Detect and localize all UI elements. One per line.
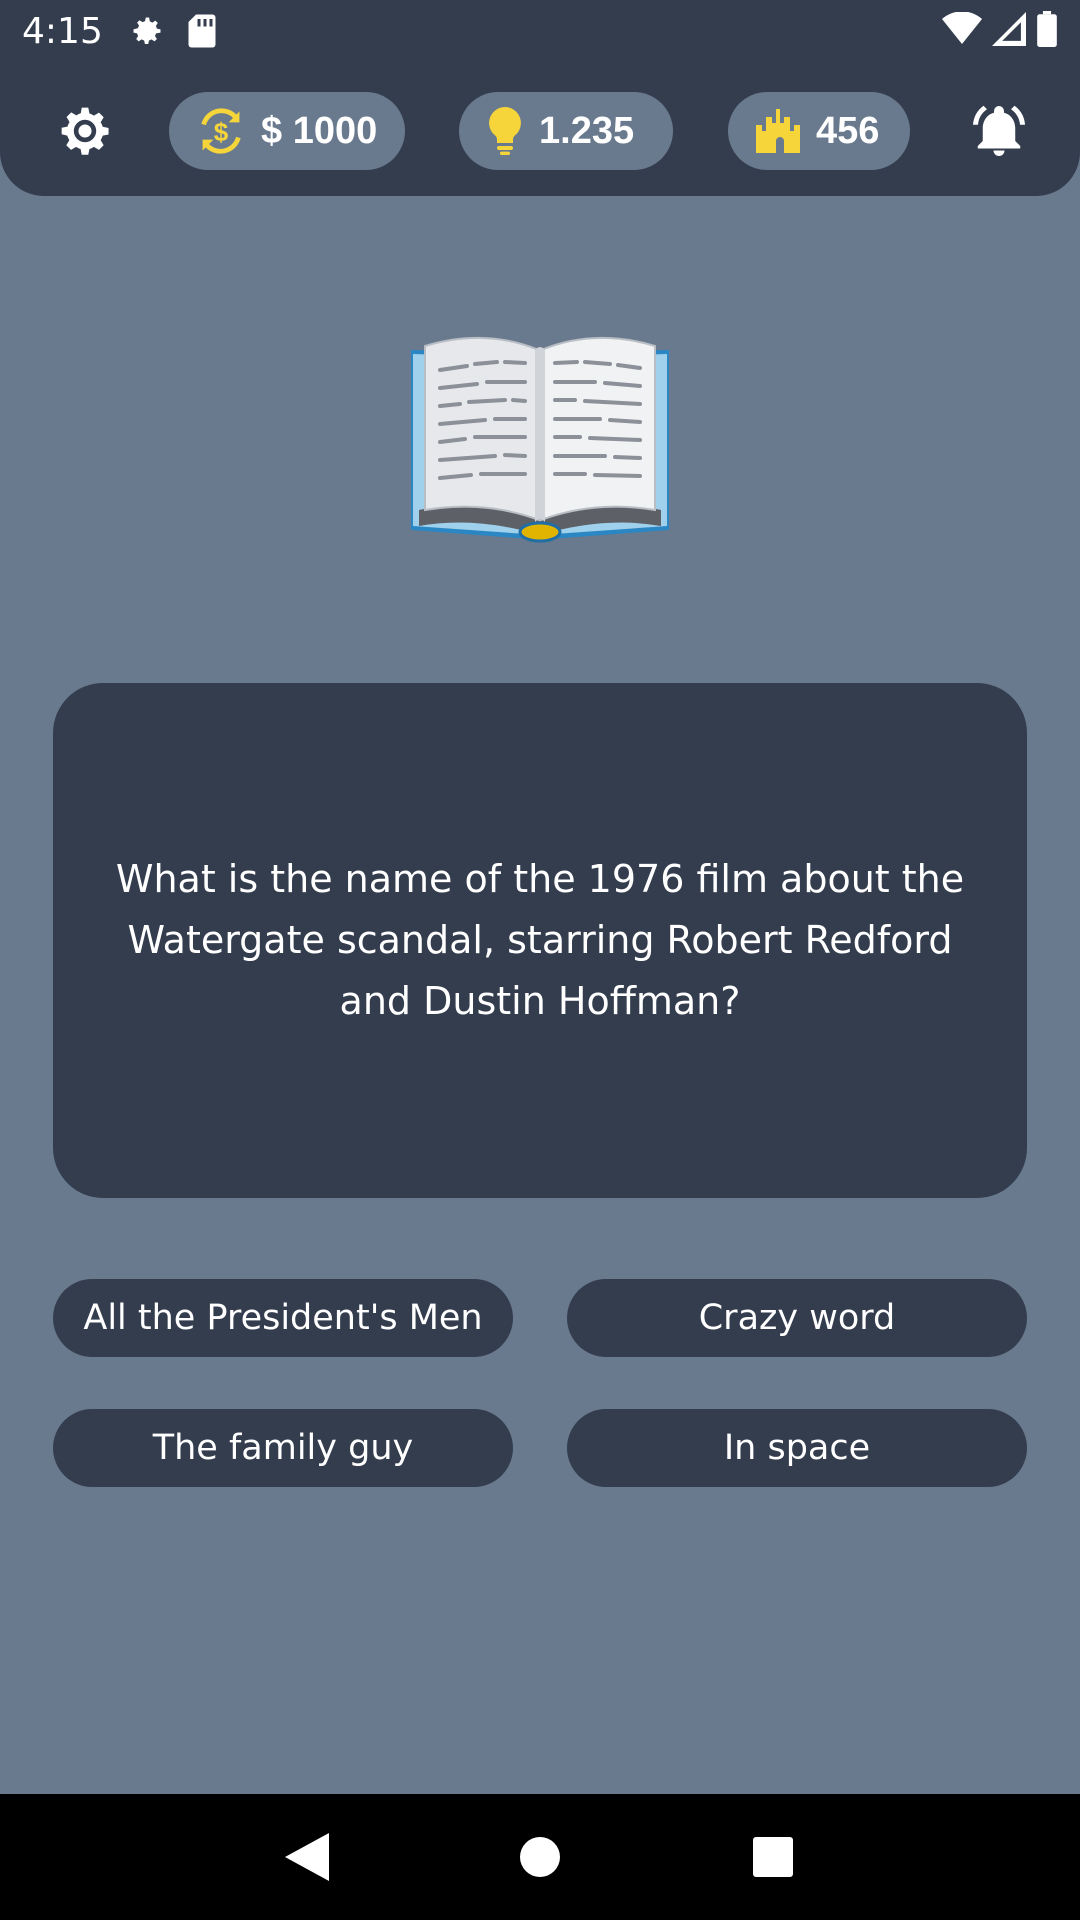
gear-icon xyxy=(61,107,109,155)
castle-pill[interactable]: 456 xyxy=(728,92,910,170)
bell-alarm-icon xyxy=(973,105,1025,156)
dollar-exchange-icon: $ xyxy=(195,105,247,157)
navigation-bar xyxy=(0,1794,1080,1920)
signal-icon xyxy=(992,11,1026,51)
recents-button[interactable] xyxy=(733,1817,813,1897)
notifications-button[interactable] xyxy=(964,96,1034,166)
castle-value: 456 xyxy=(816,109,880,152)
settings-button[interactable] xyxy=(54,100,116,162)
status-time: 4:15 xyxy=(22,10,103,52)
top-bar: $ $ 1000 1.235 456 xyxy=(0,62,1080,196)
gear-icon xyxy=(129,13,165,49)
answer-button-1[interactable]: All the President's Men xyxy=(53,1279,513,1357)
recents-square-icon xyxy=(753,1837,794,1877)
battery-icon xyxy=(1036,10,1058,52)
status-right-icons xyxy=(942,10,1058,52)
back-button[interactable] xyxy=(267,1817,347,1897)
lightbulb-icon xyxy=(485,107,525,155)
answer-button-4[interactable]: In space xyxy=(567,1409,1027,1487)
answer-button-3[interactable]: The family guy xyxy=(53,1409,513,1487)
wifi-icon xyxy=(942,10,982,51)
svg-text:$: $ xyxy=(214,117,229,147)
answer-button-2[interactable]: Crazy word xyxy=(567,1279,1027,1357)
money-value: $ 1000 xyxy=(261,109,378,152)
question-card: What is the name of the 1976 film about … xyxy=(53,683,1027,1198)
sd-card-icon xyxy=(187,13,223,49)
hints-pill[interactable]: 1.235 xyxy=(459,92,673,170)
home-circle-icon xyxy=(519,1837,560,1877)
question-text: What is the name of the 1976 film about … xyxy=(115,857,965,1023)
money-pill[interactable]: $ $ 1000 xyxy=(169,92,405,170)
hints-value: 1.235 xyxy=(539,109,635,152)
status-bar: 4:15 xyxy=(0,0,1080,62)
castle-icon xyxy=(754,109,802,153)
open-book-icon xyxy=(405,330,675,545)
back-triangle-icon xyxy=(284,1833,329,1881)
home-button[interactable] xyxy=(500,1817,580,1897)
